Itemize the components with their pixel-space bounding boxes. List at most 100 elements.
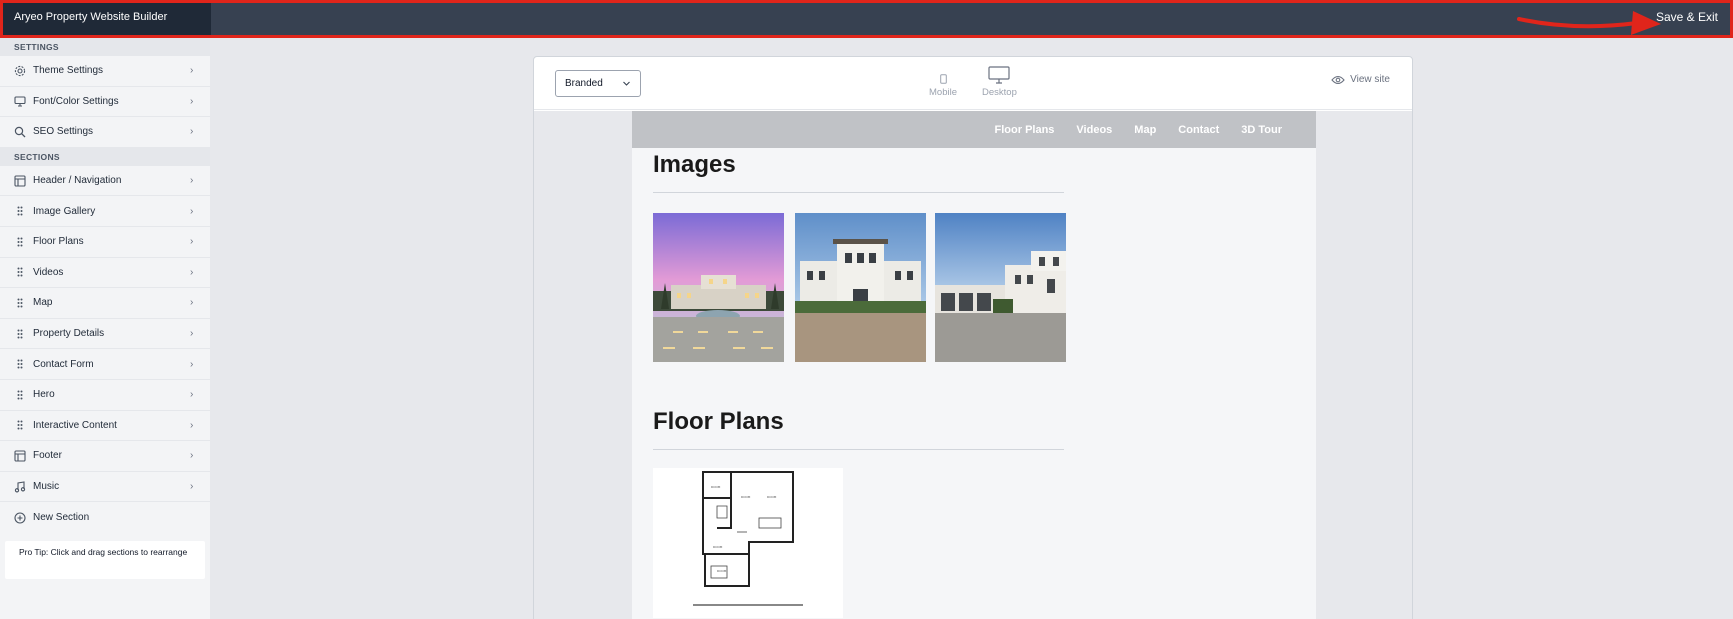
app-title: Aryeo Property Website Builder bbox=[14, 11, 168, 23]
chevron-right-icon: › bbox=[190, 126, 194, 138]
sidebar-item-footer[interactable]: Footer › bbox=[0, 441, 210, 472]
sidebar: SETTINGS Theme Settings › Font/Color Set… bbox=[0, 38, 210, 619]
sidebar-item-seo-settings[interactable]: SEO Settings › bbox=[0, 117, 210, 148]
sidebar-item-image-gallery[interactable]: Image Gallery › bbox=[0, 196, 210, 227]
svg-text:ROOM: ROOM bbox=[741, 495, 751, 499]
svg-text:ROOM: ROOM bbox=[711, 485, 721, 489]
sidebar-item-property-details[interactable]: Property Details › bbox=[0, 319, 210, 350]
monitor-icon bbox=[14, 95, 26, 107]
chevron-right-icon: › bbox=[190, 297, 194, 309]
layout-icon bbox=[14, 175, 26, 187]
site-nav-floor-plans[interactable]: Floor Plans bbox=[995, 124, 1055, 136]
sidebar-item-label: Footer bbox=[33, 450, 62, 462]
chevron-right-icon: › bbox=[190, 175, 194, 187]
editor-toolbar: Branded Mobile Desktop View site bbox=[534, 57, 1412, 110]
drag-handle-icon[interactable] bbox=[14, 297, 26, 309]
chevron-right-icon: › bbox=[190, 236, 194, 248]
site-nav-videos[interactable]: Videos bbox=[1076, 124, 1112, 136]
preview-area: Floor Plans Videos Map Contact 3D Tour I… bbox=[534, 111, 1412, 619]
chevron-right-icon: › bbox=[190, 358, 194, 370]
mobile-view-button[interactable]: Mobile bbox=[929, 66, 957, 98]
gallery-image[interactable] bbox=[795, 213, 926, 362]
site-preview: Floor Plans Videos Map Contact 3D Tour I… bbox=[632, 111, 1316, 619]
chevron-right-icon: › bbox=[190, 95, 194, 107]
sidebar-item-label: Property Details bbox=[33, 328, 105, 340]
view-site-link[interactable]: View site bbox=[1331, 74, 1390, 85]
plus-circle-icon bbox=[14, 512, 26, 524]
annotation-arrow-icon bbox=[1517, 11, 1661, 35]
sidebar-item-music[interactable]: Music › bbox=[0, 472, 210, 503]
sidebar-item-label: Contact Form bbox=[33, 358, 94, 370]
svg-text:ROOM: ROOM bbox=[713, 545, 723, 549]
chevron-right-icon: › bbox=[190, 65, 194, 77]
chevron-right-icon: › bbox=[190, 266, 194, 278]
drag-handle-icon[interactable] bbox=[14, 205, 26, 217]
floor-plan-image[interactable]: ROOM ROOM ROOM ROOM ROOM bbox=[653, 468, 843, 618]
music-note-icon bbox=[14, 480, 26, 493]
drag-handle-icon[interactable] bbox=[14, 328, 26, 340]
sidebar-item-floor-plans[interactable]: Floor Plans › bbox=[0, 227, 210, 258]
sidebar-item-hero[interactable]: Hero › bbox=[0, 380, 210, 411]
site-nav-contact[interactable]: Contact bbox=[1178, 124, 1219, 136]
save-exit-button[interactable]: Save & Exit bbox=[1656, 10, 1718, 24]
drag-handle-icon[interactable] bbox=[14, 266, 26, 278]
sidebar-item-label: Floor Plans bbox=[33, 236, 84, 248]
gear-icon bbox=[14, 65, 26, 77]
sidebar-item-font-color-settings[interactable]: Font/Color Settings › bbox=[0, 87, 210, 118]
new-section-label: New Section bbox=[33, 512, 90, 524]
sidebar-item-theme-settings[interactable]: Theme Settings › bbox=[0, 56, 210, 87]
site-nav-map[interactable]: Map bbox=[1134, 124, 1156, 136]
sidebar-item-map[interactable]: Map › bbox=[0, 288, 210, 319]
settings-label: SETTINGS bbox=[0, 38, 210, 56]
sidebar-item-label: Font/Color Settings bbox=[33, 95, 119, 107]
gallery-image[interactable] bbox=[653, 213, 784, 362]
sidebar-item-label: Theme Settings bbox=[33, 65, 104, 77]
theme-select[interactable]: Branded bbox=[555, 70, 641, 97]
drag-handle-icon[interactable] bbox=[14, 419, 26, 431]
desktop-icon bbox=[988, 66, 1011, 84]
layout-icon bbox=[14, 450, 26, 462]
mobile-icon bbox=[939, 74, 947, 84]
sidebar-item-label: Map bbox=[33, 297, 53, 309]
chevron-right-icon: › bbox=[190, 205, 194, 217]
gallery-image[interactable] bbox=[935, 213, 1066, 362]
sidebar-item-label: Music bbox=[33, 481, 60, 493]
chevron-right-icon: › bbox=[190, 481, 194, 493]
images-heading: Images bbox=[653, 151, 736, 178]
theme-select-value: Branded bbox=[565, 78, 603, 89]
brand-block: Aryeo Property Website Builder bbox=[3, 3, 211, 35]
sidebar-item-videos[interactable]: Videos › bbox=[0, 258, 210, 289]
sidebar-item-label: Interactive Content bbox=[33, 419, 117, 431]
drag-handle-icon[interactable] bbox=[14, 358, 26, 370]
site-nav-3d-tour[interactable]: 3D Tour bbox=[1241, 124, 1282, 136]
eye-icon bbox=[1331, 75, 1345, 84]
drag-handle-icon[interactable] bbox=[14, 389, 26, 401]
sections-label: SECTIONS bbox=[0, 147, 210, 166]
svg-text:ROOM: ROOM bbox=[717, 569, 727, 573]
search-icon bbox=[14, 126, 26, 138]
desktop-view-button[interactable]: Desktop bbox=[982, 66, 1017, 98]
chevron-right-icon: › bbox=[190, 389, 194, 401]
sidebar-item-label: Image Gallery bbox=[33, 205, 96, 217]
top-bar: Aryeo Property Website Builder Save & Ex… bbox=[0, 0, 1733, 38]
view-site-label: View site bbox=[1350, 74, 1390, 85]
chevron-right-icon: › bbox=[190, 450, 194, 462]
divider bbox=[653, 449, 1064, 450]
divider bbox=[653, 192, 1064, 193]
chevron-right-icon: › bbox=[190, 419, 194, 431]
drag-handle-icon[interactable] bbox=[14, 236, 26, 248]
sidebar-item-contact-form[interactable]: Contact Form › bbox=[0, 349, 210, 380]
chevron-right-icon: › bbox=[190, 328, 194, 340]
sidebar-item-header-navigation[interactable]: Header / Navigation › bbox=[0, 166, 210, 197]
sidebar-item-label: Videos bbox=[33, 266, 64, 278]
floor-plans-heading: Floor Plans bbox=[653, 408, 784, 435]
site-nav: Floor Plans Videos Map Contact 3D Tour bbox=[632, 111, 1316, 148]
desktop-label: Desktop bbox=[982, 87, 1017, 98]
new-section-button[interactable]: New Section bbox=[0, 502, 210, 533]
editor-card: Branded Mobile Desktop View site Floor P… bbox=[533, 56, 1413, 619]
svg-text:ROOM: ROOM bbox=[767, 495, 777, 499]
sidebar-item-interactive-content[interactable]: Interactive Content › bbox=[0, 411, 210, 442]
pro-tip: Pro Tip: Click and drag sections to rear… bbox=[5, 541, 205, 579]
mobile-label: Mobile bbox=[929, 87, 957, 98]
sidebar-item-label: Header / Navigation bbox=[33, 175, 122, 187]
